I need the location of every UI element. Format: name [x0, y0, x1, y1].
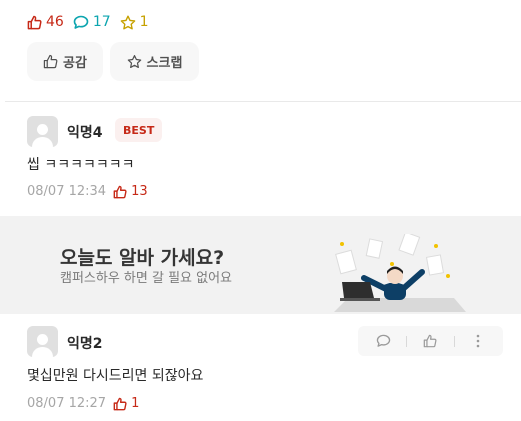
like-stat: 46 [27, 14, 64, 30]
avatar[interactable] [27, 116, 58, 147]
speech-bubble-icon [376, 334, 390, 347]
comment-text: 몇십만원 다시드리면 되잖아요 [27, 368, 204, 384]
star-icon [120, 15, 135, 29]
comment-text: 씹 ㅋㅋㅋㅋㅋㅋㅋ [27, 157, 135, 173]
comment-like-button[interactable] [415, 326, 445, 356]
comment-like-count: 13 [113, 184, 148, 199]
promo-banner[interactable]: 오늘도 알바 가세요? 캠퍼스하우 하면 갈 필요 없어요 [0, 216, 521, 314]
like-count: 46 [46, 14, 64, 30]
scrap-button-label: 스크랩 [146, 56, 183, 71]
separator [453, 335, 455, 347]
comment-meta: 08/07 12:27 1 [27, 396, 139, 411]
scrap-button[interactable]: 스크랩 [110, 42, 199, 81]
thumbs-up-icon [113, 185, 127, 198]
thumbs-up-icon [43, 54, 58, 69]
comment-like-value: 1 [131, 396, 140, 411]
thumbs-up-icon [27, 15, 42, 29]
thumbs-up-icon [113, 397, 127, 410]
scrap-stat: 1 [120, 14, 149, 30]
comment-time: 08/07 12:27 [27, 396, 107, 411]
comment-actions [358, 326, 503, 356]
like-button[interactable]: 공감 [27, 42, 103, 81]
best-badge: BEST [115, 118, 163, 142]
star-icon [127, 54, 141, 69]
comment-nickname[interactable]: 익명4 [67, 122, 103, 142]
more-vertical-icon [476, 334, 480, 348]
like-button-label: 공감 [63, 56, 87, 71]
person-at-laptop-illustration [334, 234, 466, 312]
separator [406, 335, 408, 347]
comment-like-value: 13 [131, 184, 148, 199]
comment-time: 08/07 12:34 [27, 184, 107, 199]
scrap-count: 1 [139, 14, 149, 30]
comment-meta: 08/07 12:34 13 [27, 184, 148, 199]
post-stats: 46 17 1 [27, 12, 158, 32]
reply-button[interactable] [368, 326, 398, 356]
post-actions: 공감 스크랩 [27, 42, 206, 81]
comment-nickname[interactable]: 익명2 [67, 333, 103, 353]
comment-stat: 17 [73, 14, 111, 30]
thumbs-up-icon [424, 334, 437, 348]
avatar[interactable] [27, 326, 58, 357]
banner-subtitle: 캠퍼스하우 하면 갈 필요 없어요 [60, 271, 233, 286]
comment-like-count: 1 [113, 396, 139, 411]
speech-bubble-icon [73, 15, 89, 29]
comment-count: 17 [92, 14, 111, 30]
banner-title: 오늘도 알바 가세요? [60, 247, 225, 269]
more-options-button[interactable] [463, 326, 493, 356]
divider [5, 101, 521, 102]
